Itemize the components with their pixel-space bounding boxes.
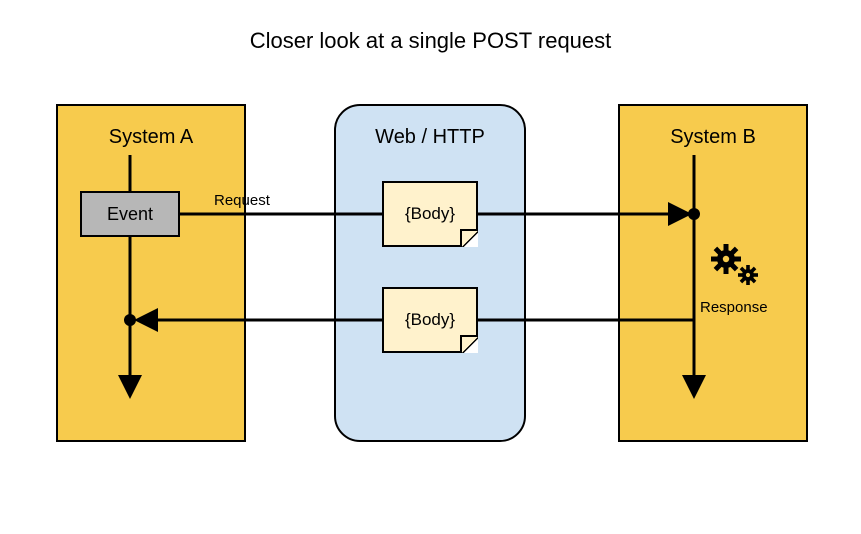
system-a-box: System A [56,104,246,442]
request-body-note: {Body} [382,181,478,247]
event-box: Event [80,191,180,237]
response-body-text: {Body} [405,310,455,330]
web-http-label: Web / HTTP [336,126,524,149]
system-b-label: System B [620,126,806,149]
request-label: Request [214,192,270,209]
gears-icon [706,239,764,296]
event-label: Event [107,204,153,225]
web-http-box: Web / HTTP [334,104,526,442]
response-body-note: {Body} [382,287,478,353]
system-a-label: System A [58,126,244,149]
response-label: Response [700,299,768,316]
request-body-text: {Body} [405,204,455,224]
diagram-title: Closer look at a single POST request [0,28,861,54]
